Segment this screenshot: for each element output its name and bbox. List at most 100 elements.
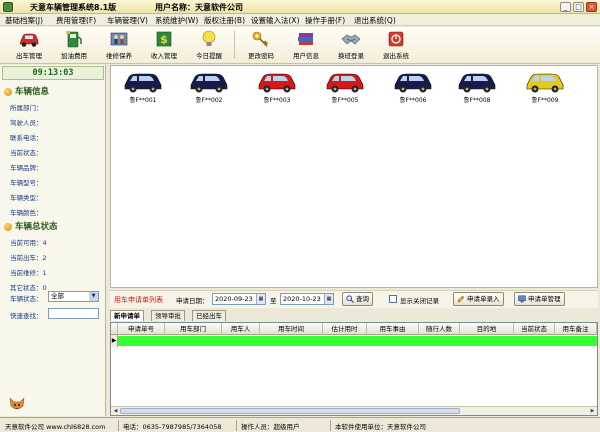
orange-ball-icon — [4, 222, 12, 231]
minimize-button[interactable]: _ — [560, 2, 571, 12]
menu-fee-management[interactable]: 费用管理(F) — [56, 15, 96, 26]
field-department: 所属部门： — [10, 104, 43, 112]
toolbar-label: 加油费用 — [61, 52, 87, 60]
vehicle-tile[interactable]: 鲁F**009 — [523, 68, 567, 106]
column-header[interactable]: 估计用时 — [323, 323, 367, 335]
table-row[interactable]: ▶ — [111, 335, 597, 347]
scroll-right-arrow-icon[interactable]: ▶ — [588, 407, 597, 415]
toolbar-reminder-button[interactable]: 今日提醒 — [188, 29, 230, 62]
fox-mascot-icon — [9, 397, 25, 410]
toolbar-income-button[interactable]: $ 收入管理 — [143, 29, 185, 62]
request-list-title: 用车申请单列表 — [114, 296, 163, 304]
request-table: 申请单号 用车部门 用车人 用车时间 估计用时 用车事由 随行人数 目的地 当前… — [110, 322, 598, 416]
column-header[interactable]: 用车事由 — [367, 323, 419, 335]
scrollbar-thumb[interactable] — [120, 408, 460, 414]
svg-text:$: $ — [160, 33, 168, 46]
tab-leader-approval[interactable]: 领导审批 — [151, 310, 185, 321]
repair-icon — [110, 32, 128, 46]
toolbar-dispatch-button[interactable]: 出车管理 — [8, 29, 50, 62]
toolbar-label: 更改密码 — [248, 52, 274, 60]
menu-copyright[interactable]: 版权注册(B) — [204, 15, 245, 26]
pencil-icon — [457, 295, 465, 303]
user-label: 用户名称：天意软件公司 — [155, 3, 243, 12]
toolbar-maintenance-button[interactable]: 维修保养 — [98, 29, 140, 62]
status-bar: 天意软件公司 www.chl6828.com 电话：0635-7987985/7… — [0, 417, 600, 432]
vehicle-tile[interactable]: 鲁F**002 — [187, 68, 231, 106]
field-model: 车辆型号： — [10, 179, 43, 187]
toolbar-change-password-button[interactable]: 更改密码 — [240, 29, 282, 62]
vehicle-tile[interactable]: 鲁F**001 — [121, 68, 165, 106]
toolbar-exit-button[interactable]: 退出系统 — [375, 29, 417, 62]
scroll-left-arrow-icon[interactable]: ◀ — [111, 407, 120, 415]
app-icon — [3, 2, 13, 12]
vehicle-tile[interactable]: 鲁F**008 — [455, 68, 499, 106]
menu-manual[interactable]: 操作手册(F) — [305, 15, 345, 26]
vehicle-tile[interactable]: 鲁F**006 — [391, 68, 435, 106]
date-to-input[interactable]: 2020-10-23 ▦ — [280, 293, 334, 305]
vehicle-plate: 鲁F**003 — [263, 97, 291, 104]
vehicle-plate: 鲁F**009 — [531, 97, 559, 104]
menu-vehicle-management[interactable]: 车辆管理(V) — [107, 15, 148, 26]
calendar-icon[interactable]: ▦ — [256, 294, 265, 304]
vehicle-tile[interactable]: 鲁F**005 — [323, 68, 367, 106]
lightbulb-icon — [202, 30, 216, 46]
query-button[interactable]: 查询 — [342, 292, 373, 306]
money-icon: $ — [156, 31, 172, 47]
horizontal-scrollbar[interactable]: ◀ ▶ — [111, 406, 597, 415]
request-manage-button[interactable]: 申请单管理 — [514, 292, 565, 306]
handshake-icon — [341, 34, 361, 45]
date-from-input[interactable]: 2020-09-23 ▦ — [212, 293, 266, 305]
car-icon — [258, 73, 296, 93]
row-indicator: ▶ — [111, 335, 118, 347]
toolbar-label: 维修保养 — [106, 52, 132, 60]
show-closed-checkbox[interactable] — [389, 295, 397, 303]
menu-exit[interactable]: 退出系统(Q) — [354, 15, 396, 26]
column-header[interactable]: 用车人 — [222, 323, 260, 335]
menu-input-method[interactable]: 设置输入法(X) — [251, 15, 300, 26]
maximize-button[interactable]: □ — [573, 2, 584, 12]
header-indicator — [111, 323, 118, 335]
field-phone: 联系电话： — [10, 134, 43, 142]
column-header[interactable]: 目的地 — [460, 323, 514, 335]
tab-dispatched[interactable]: 已经出车 — [192, 310, 226, 321]
chevron-down-icon[interactable]: ▼ — [89, 292, 98, 301]
toolbar-shift-login-button[interactable]: 换班登录 — [330, 29, 372, 62]
menu-basic-files[interactable]: 基础档案(J) — [5, 15, 43, 26]
show-closed-label: 显示关闭记录 — [400, 297, 439, 305]
toolbar-label: 换班登录 — [338, 52, 364, 60]
calendar-icon[interactable]: ▦ — [324, 294, 333, 304]
column-header[interactable]: 当前状态 — [514, 323, 555, 335]
tab-new-requests[interactable]: 新申请单 — [110, 310, 144, 321]
orange-ball-icon — [4, 87, 12, 96]
toolbar: 出车管理 加油费用 维修保养 $ 收入管理 今日提醒 更改密码 用户信息 换班登… — [0, 27, 600, 64]
status-filter-value: 全部 — [51, 292, 64, 300]
vehicle-plate: 鲁F**005 — [331, 97, 359, 104]
request-entry-button[interactable]: 申请单录入 — [453, 292, 504, 306]
books-icon — [298, 33, 313, 45]
status-unit: 本软件使用单位：天意软件公司 — [335, 423, 426, 431]
menu-system-maintenance[interactable]: 系统维护(W) — [155, 15, 198, 26]
toolbar-label: 用户信息 — [293, 52, 319, 60]
field-type: 车辆类型： — [10, 194, 43, 202]
status-filter-select[interactable]: 全部 ▼ — [48, 291, 99, 302]
stat-dispatched: 当前出车：2 — [10, 254, 47, 262]
toolbar-label: 今日提醒 — [196, 52, 222, 60]
toolbar-label: 收入管理 — [151, 52, 177, 60]
vehicle-tile[interactable]: 鲁F**003 — [255, 68, 299, 106]
quick-search-input[interactable] — [48, 308, 99, 319]
vehicle-plate: 鲁F**002 — [195, 97, 223, 104]
fuel-icon — [66, 31, 82, 48]
column-header[interactable]: 用车部门 — [165, 323, 222, 335]
toolbar-user-info-button[interactable]: 用户信息 — [285, 29, 327, 62]
vehicle-plate: 鲁F**001 — [129, 97, 157, 104]
vehicle-plate: 鲁F**008 — [463, 97, 491, 104]
quick-search-label: 快速查找： — [10, 312, 43, 320]
column-header[interactable]: 用车备注 — [555, 323, 597, 335]
close-button[interactable]: × — [586, 2, 597, 12]
column-header[interactable]: 用车时间 — [260, 323, 323, 335]
vehicle-status-title: 车辆总状态 — [4, 220, 58, 232]
column-header[interactable]: 申请单号 — [118, 323, 165, 335]
toolbar-fuel-button[interactable]: 加油费用 — [53, 29, 95, 62]
column-header[interactable]: 随行人数 — [419, 323, 460, 335]
selected-row-highlight[interactable] — [118, 336, 597, 346]
